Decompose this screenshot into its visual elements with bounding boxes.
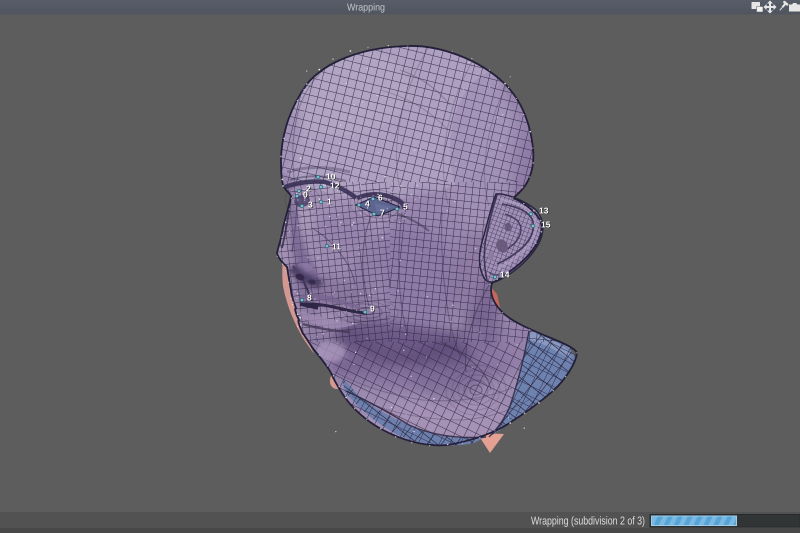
- svg-text:9: 9: [370, 304, 375, 314]
- svg-text:5: 5: [403, 202, 408, 212]
- svg-text:6: 6: [378, 193, 383, 203]
- svg-text:14: 14: [500, 270, 510, 280]
- svg-text:4: 4: [365, 199, 370, 209]
- svg-text:11: 11: [332, 242, 341, 252]
- svg-text:1: 1: [327, 197, 332, 207]
- svg-text:Wrapping (subdivision 2 of 3): Wrapping (subdivision 2 of 3): [531, 516, 645, 528]
- svg-text:12: 12: [330, 181, 340, 191]
- svg-text:3: 3: [308, 200, 313, 210]
- svg-text:Wrapping: Wrapping: [347, 3, 385, 14]
- svg-text:13: 13: [539, 206, 549, 216]
- svg-text:8: 8: [307, 293, 312, 303]
- svg-text:0: 0: [303, 190, 308, 200]
- svg-text:7: 7: [380, 208, 385, 218]
- svg-text:15: 15: [541, 220, 551, 230]
